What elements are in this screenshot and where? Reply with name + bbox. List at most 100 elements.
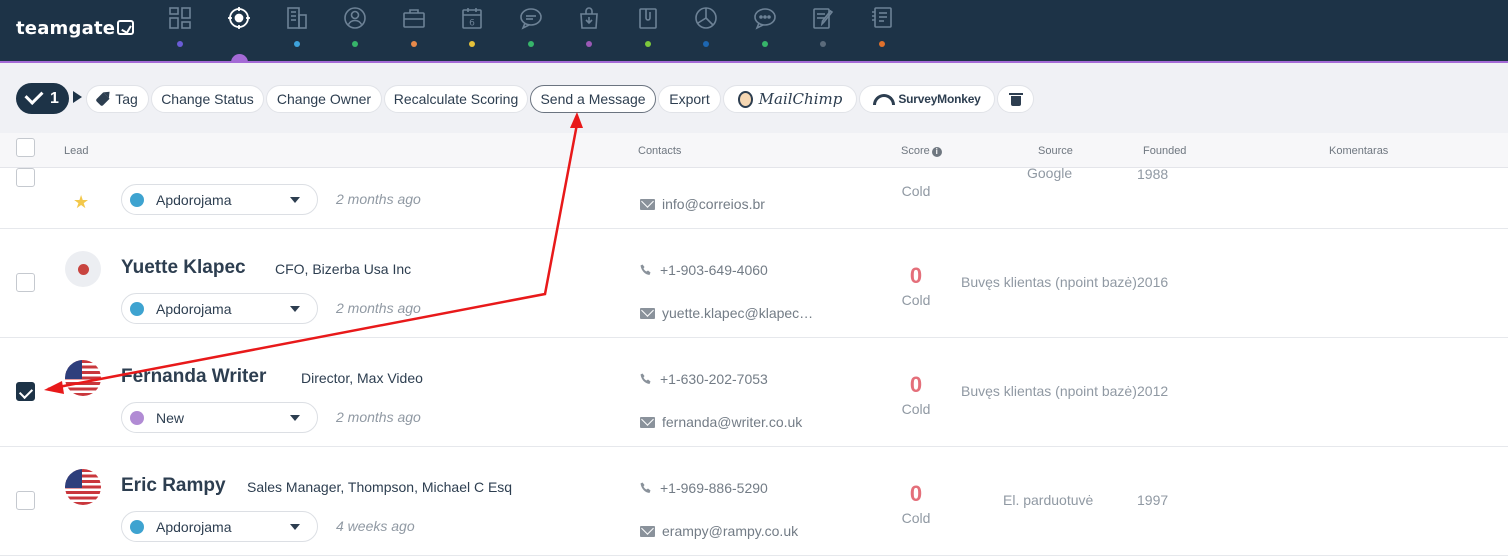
email-text: fernanda@writer.co.uk [662,414,803,430]
email-text: info@correios.br [662,196,765,212]
header-source[interactable]: Source [1038,145,1073,157]
tag-label: Tag [115,91,138,107]
last-activity-time: 2 months ago [336,409,421,425]
phone-icon [640,482,651,493]
header-founded[interactable]: Founded [1143,145,1186,157]
founded-value: 2012 [1137,383,1169,399]
nav-invoices[interactable] [862,6,902,54]
nav-dot [820,41,826,47]
contact-phone[interactable]: +1-969-886-5290 [640,480,768,496]
status-dropdown[interactable]: Apdorojama [121,184,318,215]
table-row[interactable]: ★ Apdorojama 2 months ago info@correios.… [0,168,1508,229]
contact-email[interactable]: erampy@rampy.co.uk [640,523,798,539]
message-icon [753,6,777,30]
nav-products[interactable] [569,6,609,54]
nav-calendar[interactable]: 6 [452,6,492,54]
envelope-icon [640,308,655,319]
contact-email[interactable]: yuette.klapec@klapec… [640,305,813,321]
nav-messages[interactable] [745,6,785,54]
table-row[interactable]: Fernanda Writer Director, Max Video New … [0,338,1508,447]
nav-notes[interactable] [803,6,843,54]
lead-name[interactable]: Fernanda Writer [121,366,266,388]
lead-name[interactable]: Yuette Klapec [121,257,246,279]
notes-icon [811,6,835,30]
row-checkbox[interactable] [16,382,35,401]
caret-down-icon [290,197,300,203]
envelope-icon [640,417,655,428]
row-checkbox[interactable] [16,491,35,510]
status-dot [130,193,144,207]
select-all-checkbox[interactable] [16,138,35,157]
score-label: Cold [901,292,931,308]
phone-text: +1-903-649-4060 [660,262,768,278]
change-status-button[interactable]: Change Status [151,85,264,113]
tag-button[interactable]: Tag [86,85,149,113]
caret-down-icon [290,306,300,312]
nav-conversations[interactable] [511,6,551,54]
score-label: Cold [901,183,931,199]
nav-deals[interactable] [394,6,434,54]
teamgate-logo[interactable]: teamgate [16,18,135,39]
lead-title: Sales Manager, Thompson, Michael C Esq [247,479,513,495]
chat-icon [519,6,543,30]
nav-files[interactable] [628,6,668,54]
founded-value: 1997 [1137,492,1169,508]
mailchimp-label: MailChimp [758,90,843,108]
nav-dashboard[interactable] [160,6,200,54]
header-score[interactable]: Score i [901,145,942,157]
envelope-icon [640,526,655,537]
phone-text: +1-969-886-5290 [660,480,768,496]
check-icon [24,85,44,106]
source-value: Buvęs klientas (npoint bazė) [961,274,1137,290]
table-row[interactable]: Eric Rampy Sales Manager, Thompson, Mich… [0,447,1508,556]
change-owner-button[interactable]: Change Owner [266,85,382,113]
target-icon [227,6,251,30]
nav-contacts[interactable] [335,6,375,54]
nav-dot [703,41,709,47]
row-checkbox[interactable] [16,168,35,187]
surveymonkey-button[interactable]: SurveyMonkey [859,85,995,113]
calendar-icon: 6 [460,6,484,30]
lead-name[interactable]: Eric Rampy [121,475,226,497]
export-button[interactable]: Export [658,85,721,113]
tag-icon [95,91,110,107]
info-icon[interactable]: i [931,147,942,157]
selected-count-pill[interactable]: 1 [16,83,69,114]
row-checkbox[interactable] [16,273,35,292]
contact-email[interactable]: fernanda@writer.co.uk [640,414,802,430]
nav-companies[interactable] [277,6,317,54]
contact-phone[interactable]: +1-903-649-4060 [640,262,768,278]
delete-button[interactable] [997,85,1034,113]
mailchimp-button[interactable]: MailChimp [723,85,857,113]
avatar [65,360,101,396]
contact-phone[interactable]: +1-630-202-7053 [640,371,768,387]
header-lead[interactable]: Lead [64,145,88,157]
star-icon[interactable]: ★ [73,194,89,212]
trash-icon [1008,92,1023,106]
briefcase-icon [402,6,426,30]
expand-arrow-icon[interactable] [73,91,82,103]
nav-dot [879,41,885,47]
avatar [65,251,101,287]
status-label: Apdorojama [156,519,232,535]
send-message-button[interactable]: Send a Message [530,85,656,113]
recalculate-scoring-button[interactable]: Recalculate Scoring [384,85,528,113]
nav-dot [586,41,592,47]
lead-title: CFO, Bizerba Usa Inc [275,261,412,277]
status-dropdown[interactable]: New [121,402,318,433]
header-score-label: Score [901,145,930,157]
header-contacts[interactable]: Contacts [638,145,681,157]
table-row[interactable]: Yuette Klapec CFO, Bizerba Usa Inc Apdor… [0,229,1508,338]
status-dropdown[interactable]: Apdorojama [121,511,318,542]
contact-email[interactable]: info@correios.br [640,196,765,212]
score-label: Cold [901,510,931,526]
top-navigation-bar: teamgate 6 [0,0,1508,61]
us-flag-icon [65,469,101,505]
status-dropdown[interactable]: Apdorojama [121,293,318,324]
last-activity-time: 2 months ago [336,191,421,207]
source-value: El. parduotuvė [1003,492,1094,508]
header-komentaras[interactable]: Komentaras [1329,145,1388,157]
nav-reports[interactable] [686,6,726,54]
nav-leads[interactable] [219,6,259,54]
caret-down-icon [290,415,300,421]
